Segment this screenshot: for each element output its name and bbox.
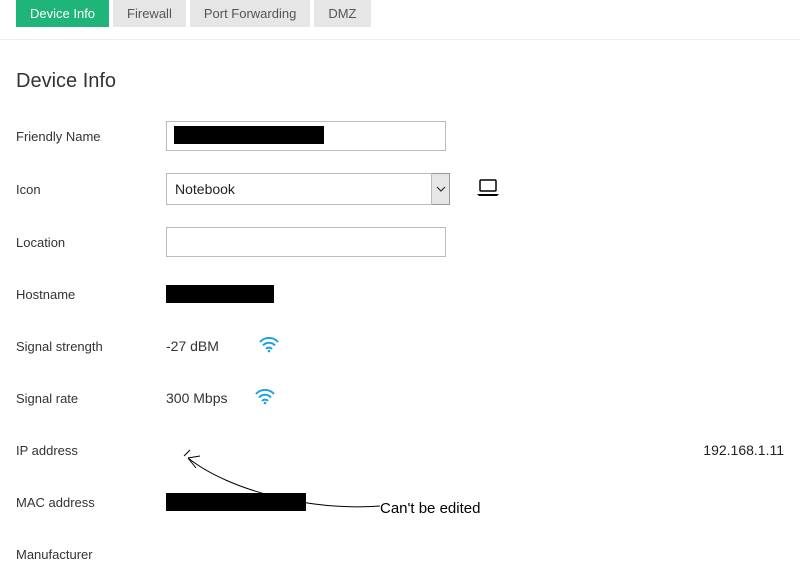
wifi-icon [255,389,275,408]
tab-firewall[interactable]: Firewall [113,0,186,27]
value-ip-address: 192.168.1.11 [703,442,784,458]
label-ip-address: IP address [16,443,166,458]
value-signal-strength: -27 dBM [166,338,219,354]
icon-select-value: Notebook [175,181,235,197]
redacted-friendly-name [174,126,324,144]
tab-divider [0,39,800,40]
row-friendly-name: Friendly Name [16,121,784,151]
label-manufacturer: Manufacturer [16,547,166,562]
redacted-hostname [166,285,274,303]
laptop-icon [476,179,500,200]
label-signal-strength: Signal strength [16,339,166,354]
label-icon: Icon [16,182,166,197]
value-signal-rate: 300 Mbps [166,390,227,406]
label-hostname: Hostname [16,287,166,302]
tab-device-info[interactable]: Device Info [16,0,109,27]
tab-port-forwarding[interactable]: Port Forwarding [190,0,310,27]
row-signal-rate: Signal rate 300 Mbps [16,383,784,413]
row-signal-strength: Signal strength -27 dBM [16,331,784,361]
label-location: Location [16,235,166,250]
label-friendly-name: Friendly Name [16,129,166,144]
row-hostname: Hostname [16,279,784,309]
label-mac-address: MAC address [16,495,166,510]
annotation-text: Can't be edited [380,500,480,517]
redacted-mac-address [166,493,306,511]
page-title: Device Info [16,70,784,93]
wifi-icon [259,337,279,356]
chevron-down-icon [436,184,446,194]
label-signal-rate: Signal rate [16,391,166,406]
tab-dmz[interactable]: DMZ [314,0,370,27]
page-content: Device Info Friendly Name Icon Notebook … [0,70,800,569]
icon-select-dropdown-button[interactable] [432,173,450,205]
row-location: Location [16,227,784,257]
row-ip-address: IP address 192.168.1.11 [16,435,784,465]
icon-select[interactable]: Notebook [166,173,432,205]
row-icon: Icon Notebook [16,173,784,205]
location-input[interactable] [166,227,446,257]
tab-bar: Device Info Firewall Port Forwarding DMZ [0,0,800,27]
